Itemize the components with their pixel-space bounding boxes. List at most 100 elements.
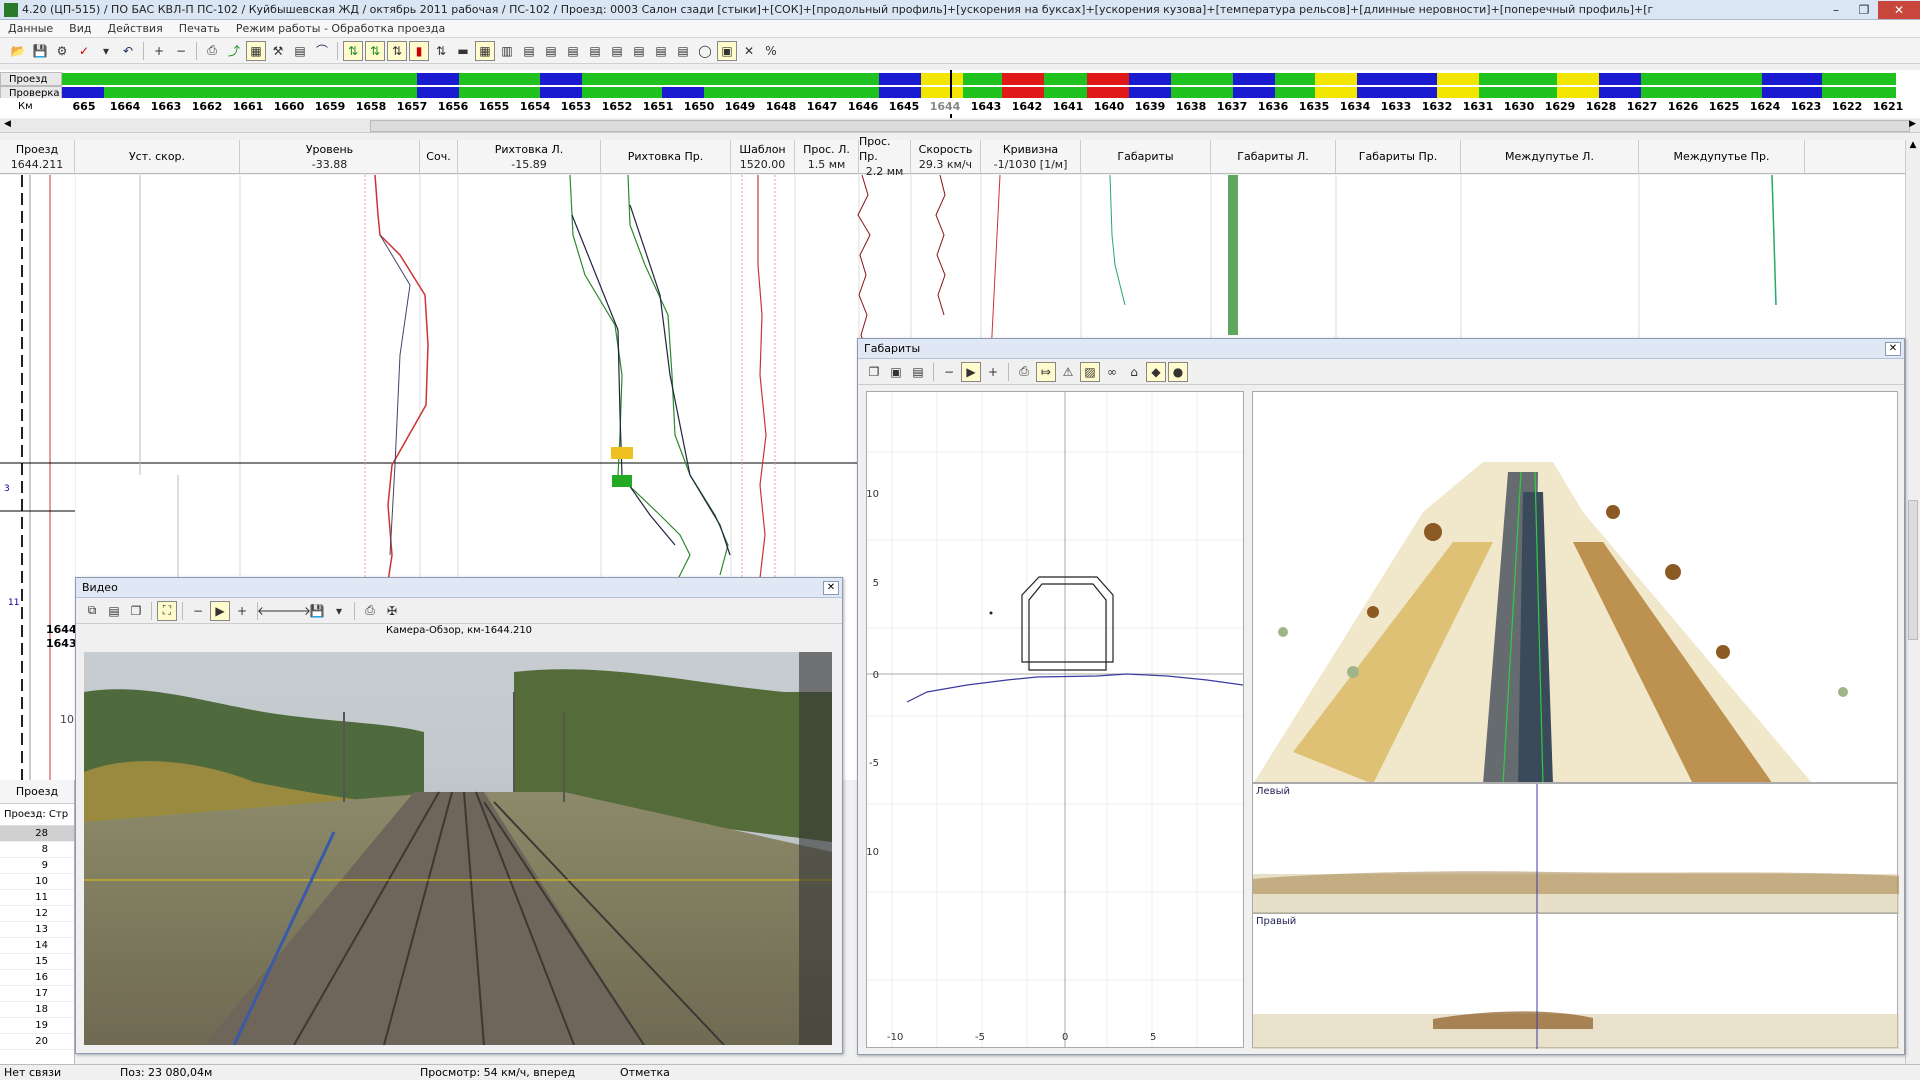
track-mode-1-icon[interactable]: ⇅ bbox=[343, 40, 363, 61]
link-icon[interactable]: ∞ bbox=[1102, 362, 1122, 382]
percent-icon[interactable]: % bbox=[761, 41, 781, 61]
run-number[interactable]: 11 bbox=[0, 890, 74, 906]
km-value[interactable]: 1635 bbox=[1294, 100, 1334, 113]
col-level[interactable]: Уровень -33.88 bbox=[240, 140, 420, 173]
km-value[interactable]: 1627 bbox=[1622, 100, 1662, 113]
clearance-close-icon[interactable]: ✕ bbox=[1885, 341, 1901, 356]
circle-icon[interactable]: ◯ bbox=[695, 41, 715, 61]
km-value[interactable]: 1654 bbox=[515, 100, 555, 113]
video-window-titlebar[interactable]: Видео ✕ bbox=[76, 578, 842, 598]
km-value[interactable]: 1659 bbox=[310, 100, 350, 113]
km-value[interactable]: 1650 bbox=[679, 100, 719, 113]
km-value[interactable]: 1660 bbox=[269, 100, 309, 113]
km-value[interactable]: 1621 bbox=[1868, 100, 1908, 113]
km-value[interactable]: 1642 bbox=[1007, 100, 1047, 113]
profile-icon[interactable]: ⤇ bbox=[1036, 361, 1056, 382]
home-icon[interactable]: ⌂ bbox=[1124, 362, 1144, 382]
menu-view[interactable]: Вид bbox=[61, 22, 99, 35]
km-value[interactable]: 1629 bbox=[1540, 100, 1580, 113]
track-mode-6-icon[interactable]: ▬ bbox=[453, 41, 473, 61]
col-align-right[interactable]: Рихтовка Пр. bbox=[601, 140, 731, 173]
km-value[interactable]: 1623 bbox=[1786, 100, 1826, 113]
km-value[interactable]: 1664 bbox=[105, 100, 145, 113]
col-speed[interactable]: Скорость 29.3 км/ч bbox=[911, 140, 981, 173]
vscroll-thumb[interactable] bbox=[1908, 500, 1918, 640]
video-save-icon[interactable]: 💾 bbox=[307, 601, 327, 621]
col-run[interactable]: Проезд 1644.211 bbox=[0, 140, 75, 173]
chart-5-icon[interactable]: ▤ bbox=[607, 41, 627, 61]
km-value[interactable]: 1661 bbox=[228, 100, 268, 113]
col-joint[interactable]: Соч. bbox=[420, 140, 458, 173]
col-sag-left[interactable]: Прос. Л. 1.5 мм bbox=[795, 140, 859, 173]
vertical-scrollbar[interactable]: ▲ bbox=[1905, 140, 1920, 1065]
chart-4-icon[interactable]: ▤ bbox=[585, 41, 605, 61]
km-value[interactable]: 1639 bbox=[1130, 100, 1170, 113]
km-value[interactable]: 1628 bbox=[1581, 100, 1621, 113]
run-number[interactable]: 15 bbox=[0, 954, 74, 970]
video-dropdown-icon[interactable]: ▾ bbox=[329, 601, 349, 621]
ribbon-run[interactable]: Проезд bbox=[0, 72, 1920, 86]
print-icon[interactable]: ⎙ bbox=[202, 41, 222, 61]
km-value[interactable]: 1657 bbox=[392, 100, 432, 113]
position-ruler[interactable]: 3 11 1644 1643 10 bbox=[0, 175, 77, 780]
fullscreen-icon[interactable]: ⛶ bbox=[157, 600, 177, 621]
dropdown-icon[interactable]: ▾ bbox=[96, 41, 116, 61]
col-align-left[interactable]: Рихтовка Л. -15.89 bbox=[458, 140, 601, 173]
run-number[interactable]: 14 bbox=[0, 938, 74, 954]
track-mode-2-icon[interactable]: ⇅ bbox=[365, 40, 385, 61]
track-mode-8-icon[interactable]: ▥ bbox=[497, 41, 517, 61]
km-value[interactable]: 1652 bbox=[597, 100, 637, 113]
km-value[interactable]: 1622 bbox=[1827, 100, 1867, 113]
menu-mode[interactable]: Режим работы - Обработка проезда bbox=[228, 22, 453, 35]
zoom-in-icon[interactable]: + bbox=[232, 601, 252, 621]
minimize-button[interactable]: – bbox=[1822, 1, 1850, 19]
km-value[interactable]: 1636 bbox=[1253, 100, 1293, 113]
km-value[interactable]: 1656 bbox=[433, 100, 473, 113]
km-value[interactable]: 665 bbox=[64, 100, 104, 113]
clear-zoom-out-icon[interactable]: − bbox=[939, 362, 959, 382]
scroll-left-icon[interactable]: ◀ bbox=[4, 119, 11, 129]
km-value[interactable]: 1655 bbox=[474, 100, 514, 113]
video-options-icon[interactable]: ✠ bbox=[382, 601, 402, 621]
pattern-icon[interactable]: ▨ bbox=[1080, 361, 1100, 382]
curve-icon[interactable]: ⌒ bbox=[312, 41, 332, 61]
tools-icon[interactable]: ⚒ bbox=[268, 41, 288, 61]
col-clearance-right[interactable]: Габариты Пр. bbox=[1336, 140, 1461, 173]
km-value[interactable]: 1630 bbox=[1499, 100, 1539, 113]
km-value[interactable]: 1651 bbox=[638, 100, 678, 113]
play-icon[interactable]: ▶ bbox=[210, 600, 230, 621]
km-value[interactable]: 1648 bbox=[761, 100, 801, 113]
settings-icon[interactable]: ⚙ bbox=[52, 41, 72, 61]
clear-layout-1-icon[interactable]: ❐ bbox=[864, 362, 884, 382]
plus-icon[interactable]: + bbox=[149, 41, 169, 61]
left-section-view[interactable]: Левый bbox=[1252, 783, 1899, 914]
video-layout-2-icon[interactable]: ▤ bbox=[104, 601, 124, 621]
video-layout-3-icon[interactable]: ❐ bbox=[126, 601, 146, 621]
clear-play-icon[interactable]: ▶ bbox=[961, 361, 981, 382]
run-number[interactable]: 18 bbox=[0, 1002, 74, 1018]
menu-actions[interactable]: Действия bbox=[99, 22, 170, 35]
chart-8-icon[interactable]: ▤ bbox=[673, 41, 693, 61]
chart-3-icon[interactable]: ▤ bbox=[563, 41, 583, 61]
km-value[interactable]: 1637 bbox=[1212, 100, 1252, 113]
grid-toggle-icon[interactable]: ▦ bbox=[246, 40, 266, 61]
run-number[interactable]: 28 bbox=[0, 826, 74, 842]
km-value[interactable]: 1631 bbox=[1458, 100, 1498, 113]
table-icon[interactable]: ▤ bbox=[290, 41, 310, 61]
km-value[interactable]: 1647 bbox=[802, 100, 842, 113]
km-value[interactable]: 1638 bbox=[1171, 100, 1211, 113]
chart-2-icon[interactable]: ▤ bbox=[541, 41, 561, 61]
track-mode-4-icon[interactable]: ▮ bbox=[409, 40, 429, 61]
km-value[interactable]: 1644 bbox=[925, 100, 965, 113]
maximize-button[interactable]: ❐ bbox=[1850, 1, 1878, 19]
run-number[interactable]: 9 bbox=[0, 858, 74, 874]
run-number[interactable]: 19 bbox=[0, 1018, 74, 1034]
km-value[interactable]: 1649 bbox=[720, 100, 760, 113]
col-sag-right[interactable]: Прос. Пр. 2.2 мм bbox=[859, 135, 911, 178]
run-number[interactable]: 20 bbox=[0, 1034, 74, 1050]
run-number[interactable]: 16 bbox=[0, 970, 74, 986]
km-value[interactable]: 1658 bbox=[351, 100, 391, 113]
diamond-icon[interactable]: ◆ bbox=[1146, 361, 1166, 382]
color-icon[interactable]: ● bbox=[1168, 361, 1188, 382]
scroll-up-icon[interactable]: ▲ bbox=[1906, 140, 1920, 150]
